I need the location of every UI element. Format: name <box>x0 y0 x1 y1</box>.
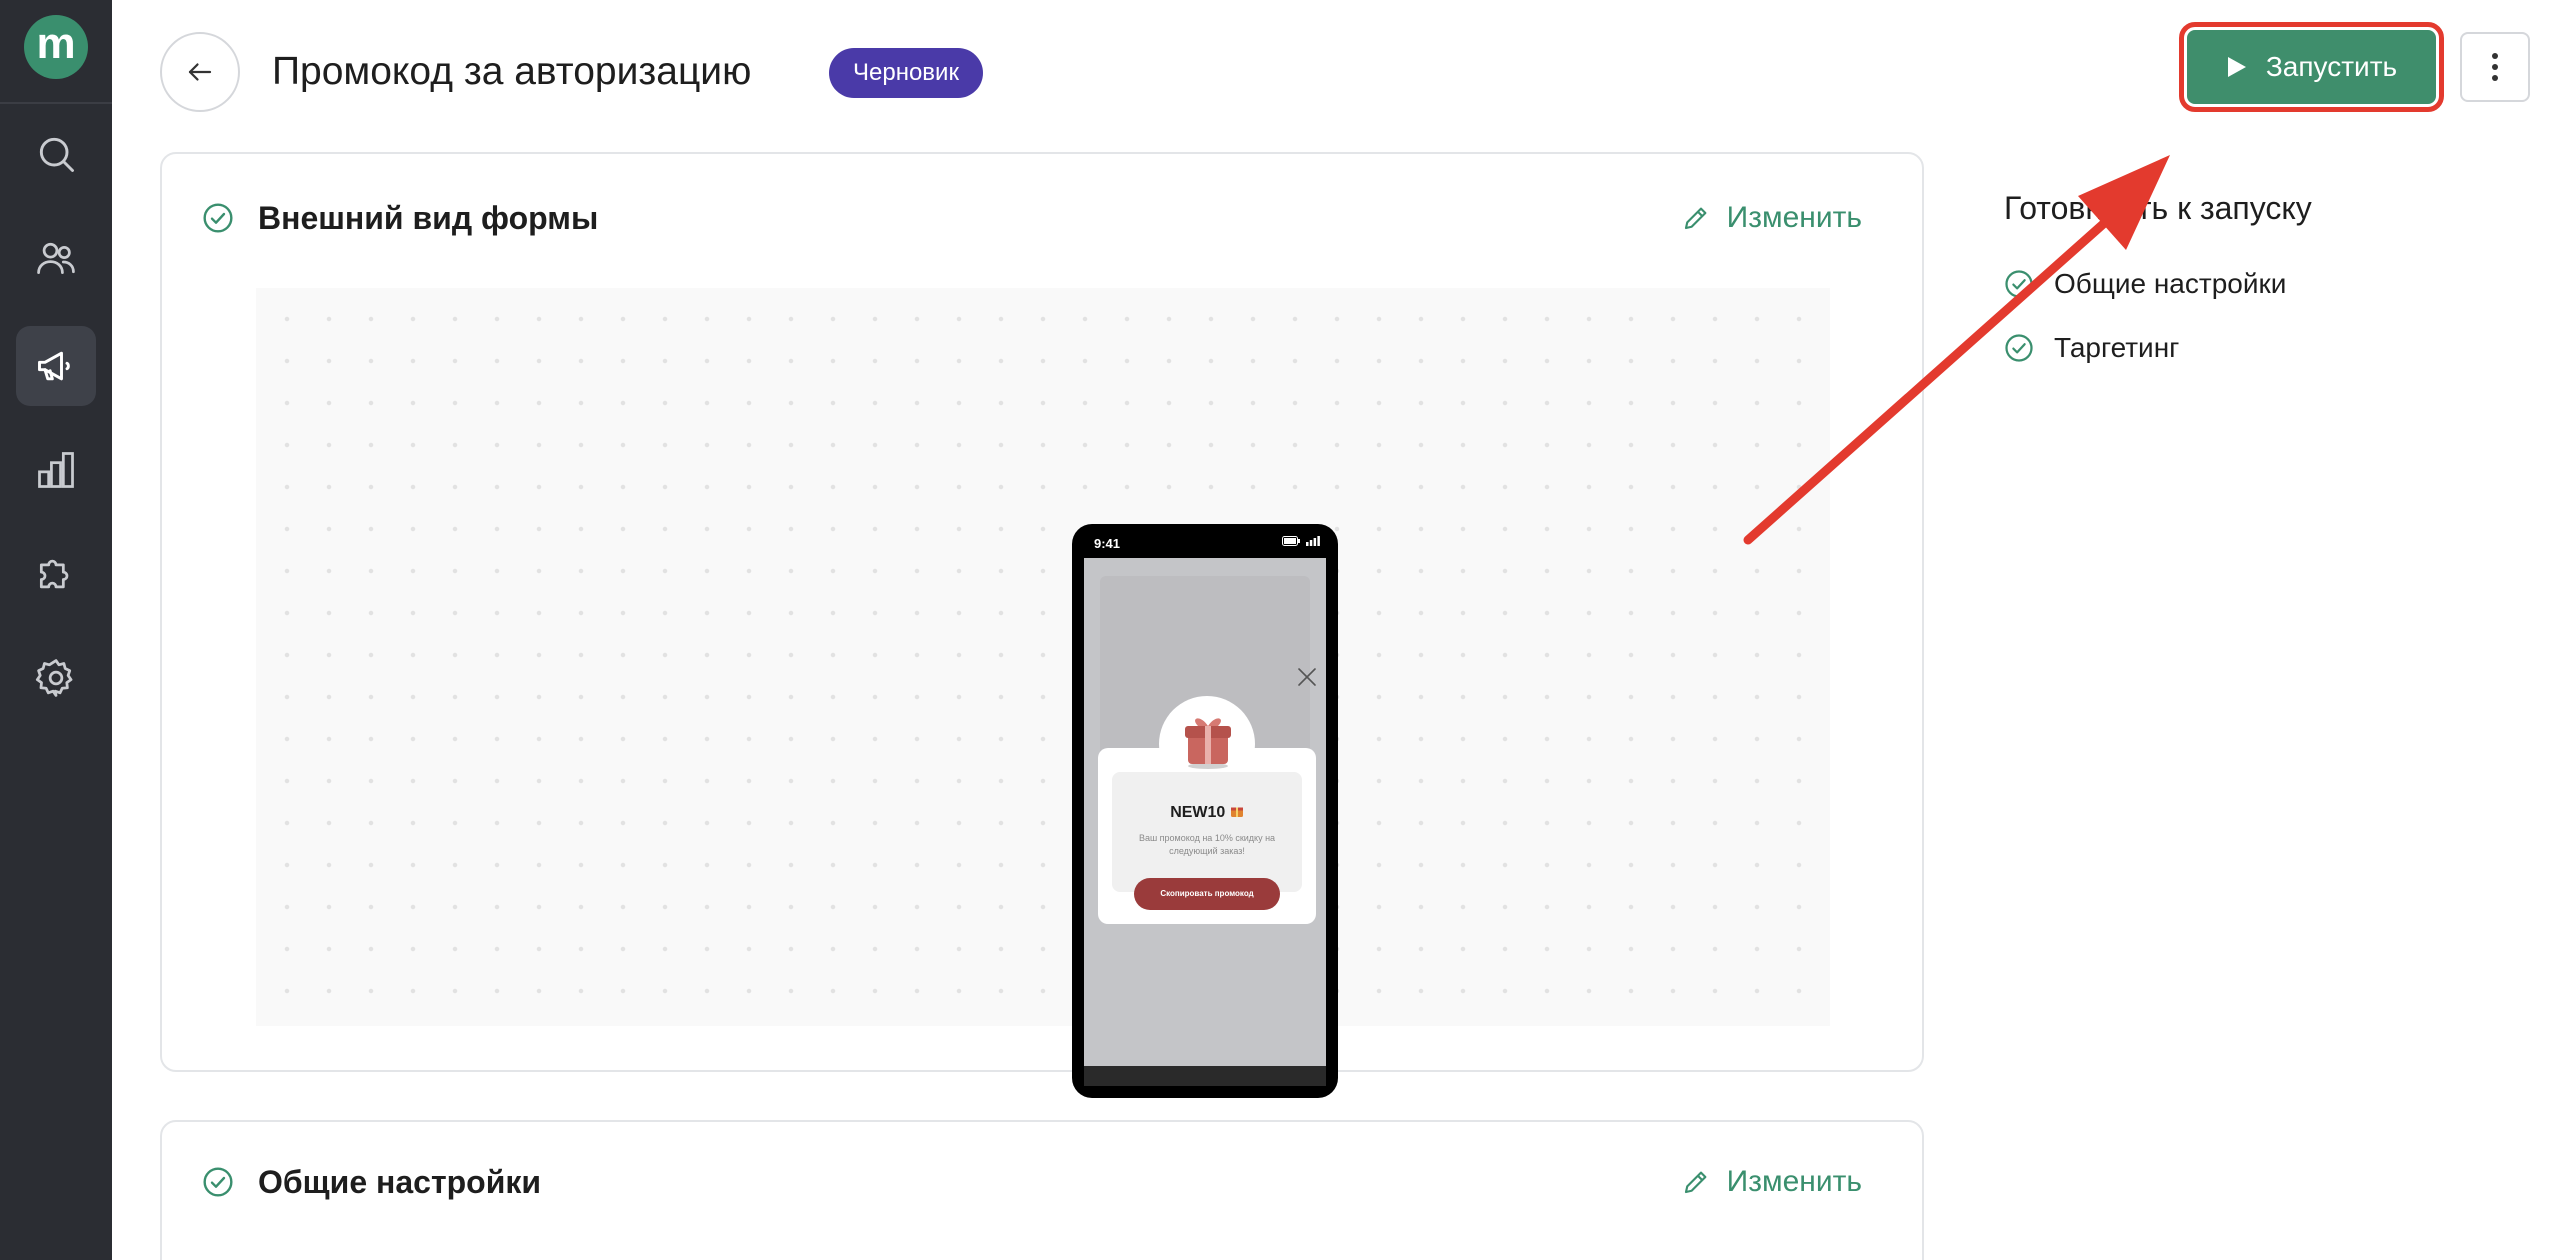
readiness-item-label: Таргетинг <box>2054 332 2180 363</box>
phone-screen: NEW10 Ваш промокод на 10% скидку на след… <box>1084 558 1326 1066</box>
form-preview-area <box>256 288 1830 1026</box>
megaphone-icon <box>38 351 70 381</box>
phone-bottom-bar <box>1084 1066 1326 1086</box>
phone-time: 9:41 <box>1094 536 1121 551</box>
promo-description: Ваш промокод на 10% скидку на следующий … <box>1138 833 1276 856</box>
launch-button-label: Запустить <box>2265 51 2398 82</box>
sidebar-divider <box>0 102 112 104</box>
arrow-left-icon <box>188 63 212 81</box>
readiness-item-label: Общие настройки <box>2054 268 2287 299</box>
app-logo[interactable]: m <box>24 15 88 79</box>
launch-button[interactable]: Запустить <box>2187 30 2436 104</box>
battery-icon <box>1282 536 1300 546</box>
check-circle-icon <box>2005 334 2033 362</box>
check-circle-icon <box>203 1167 233 1197</box>
phone-mockup: 9:41 NEW10 Ваш промокод на 10% скидку на… <box>1072 524 1338 1098</box>
page-title: Промокод за авторизацию <box>272 50 752 93</box>
puzzle-icon <box>39 559 69 589</box>
bar-chart-icon <box>38 452 74 488</box>
appearance-card-title: Внешний вид формы <box>258 200 599 236</box>
check-circle-icon <box>203 203 233 233</box>
gear-icon <box>35 659 73 697</box>
sidebar-item-analytics[interactable] <box>16 430 96 510</box>
pencil-icon <box>1684 207 1707 230</box>
sidebar-item-integrations[interactable] <box>16 534 96 614</box>
promo-code: NEW10 <box>1098 804 1316 822</box>
general-settings-edit-link[interactable]: Изменить <box>1681 1162 1862 1202</box>
users-icon <box>37 242 75 275</box>
general-settings-edit-label: Изменить <box>1726 1165 1862 1198</box>
sidebar-item-campaigns[interactable] <box>16 326 96 406</box>
copy-promo-button: Скопировать промокод <box>1134 878 1280 910</box>
status-badge: Черновик <box>829 48 983 98</box>
appearance-edit-label: Изменить <box>1726 201 1862 234</box>
pencil-icon <box>1684 1171 1707 1194</box>
play-icon <box>2227 57 2246 77</box>
signal-icon <box>1306 536 1320 546</box>
more-options-button[interactable] <box>2460 32 2530 102</box>
sidebar-item-audience[interactable] <box>16 218 96 298</box>
close-icon <box>1298 668 1316 686</box>
appearance-edit-link[interactable]: Изменить <box>1681 198 1862 238</box>
gift-icon <box>1185 718 1231 769</box>
general-settings-card-title: Общие настройки <box>258 1164 542 1200</box>
readiness-item[interactable]: Таргетинг <box>2004 330 2179 366</box>
sidebar-item-search[interactable] <box>16 114 96 194</box>
back-button[interactable] <box>160 32 240 112</box>
phone-status-bar: 9:41 <box>1072 524 1338 558</box>
promo-code-text: NEW10 <box>1170 804 1226 821</box>
check-circle-icon <box>2005 270 2033 298</box>
readiness-title: Готовность к запуску <box>2004 190 2312 226</box>
readiness-item[interactable]: Общие настройки <box>2004 266 2286 302</box>
sidebar: m <box>0 0 112 1260</box>
app-root: m Промокод за авторизацию Черновик Запус… <box>0 0 2566 1260</box>
promo-popup: NEW10 Ваш промокод на 10% скидку на след… <box>1098 748 1316 924</box>
search-icon <box>39 137 74 172</box>
small-gift-icon <box>1230 807 1243 817</box>
general-settings-card: Общие настройки Изменить <box>160 1120 1924 1260</box>
sidebar-item-settings[interactable] <box>16 638 96 718</box>
appearance-card: Внешний вид формы Изменить 9:41 NEW10 Ва… <box>160 152 1924 1098</box>
more-vertical-icon <box>2492 53 2498 81</box>
